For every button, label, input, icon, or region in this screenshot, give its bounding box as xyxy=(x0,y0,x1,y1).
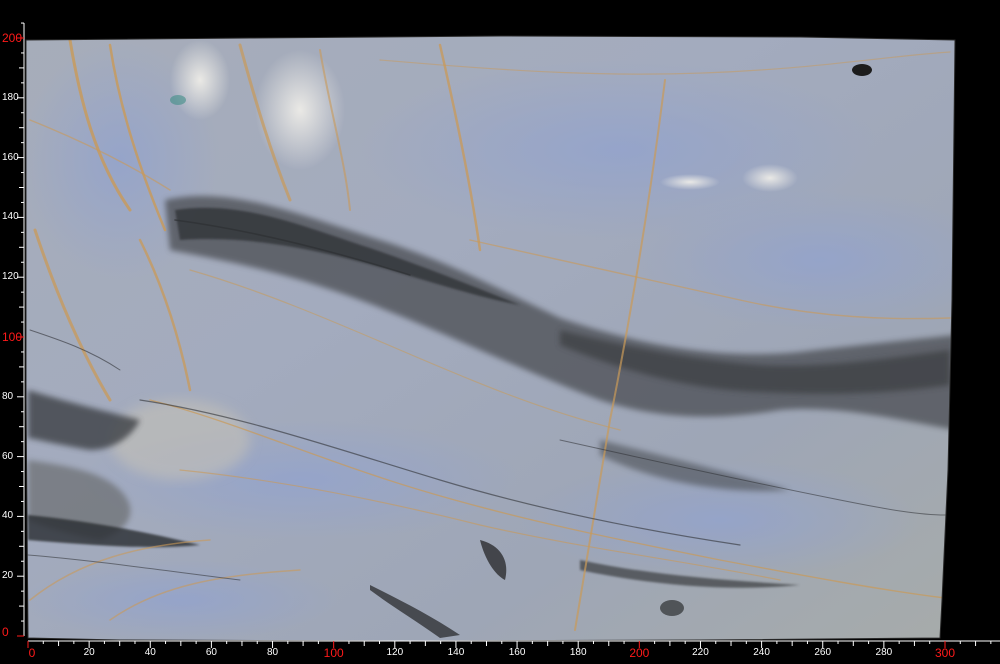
y-tick-label: 200 xyxy=(2,31,23,45)
x-tick-label: 220 xyxy=(692,647,709,658)
x-tick-label: 120 xyxy=(386,647,404,658)
y-tick-label: 0 xyxy=(2,625,9,639)
x-tick-label: 240 xyxy=(753,647,770,658)
y-tick-label: 180 xyxy=(2,91,19,103)
y-tick-label: 160 xyxy=(2,151,19,163)
x-tick-label: 280 xyxy=(875,647,893,658)
y-tick-label: 80 xyxy=(2,390,14,402)
y-tick-label: 20 xyxy=(2,570,14,582)
x-tick-label: 0 xyxy=(28,646,36,660)
y-tick-label: 140 xyxy=(2,211,19,223)
x-tick-label: 60 xyxy=(205,647,217,658)
x-tick-label: 160 xyxy=(508,647,526,658)
slab-surface xyxy=(26,36,955,641)
x-tick-label: 140 xyxy=(447,647,465,658)
y-tick-label: 120 xyxy=(2,271,19,283)
x-tick-label: 180 xyxy=(569,647,587,658)
x-tick-label: 80 xyxy=(266,647,279,658)
x-tick-label: 300 xyxy=(934,646,956,660)
x-tick-label: 20 xyxy=(83,647,95,658)
marble-slab-viewer: 0 20 40 60 80 100 120 140 160 180 200 220 240 260 280 3… xyxy=(0,0,1000,664)
y-tick-label: 60 xyxy=(2,450,14,462)
y-tick-label: 40 xyxy=(2,510,14,522)
x-tick-label: 40 xyxy=(144,647,156,658)
x-tick-label: 200 xyxy=(629,646,650,660)
x-tick-label: 260 xyxy=(814,647,832,658)
x-tick-label: 100 xyxy=(323,646,344,660)
marble-slab-image xyxy=(17,22,1000,648)
y-tick-label: 100 xyxy=(2,330,23,344)
